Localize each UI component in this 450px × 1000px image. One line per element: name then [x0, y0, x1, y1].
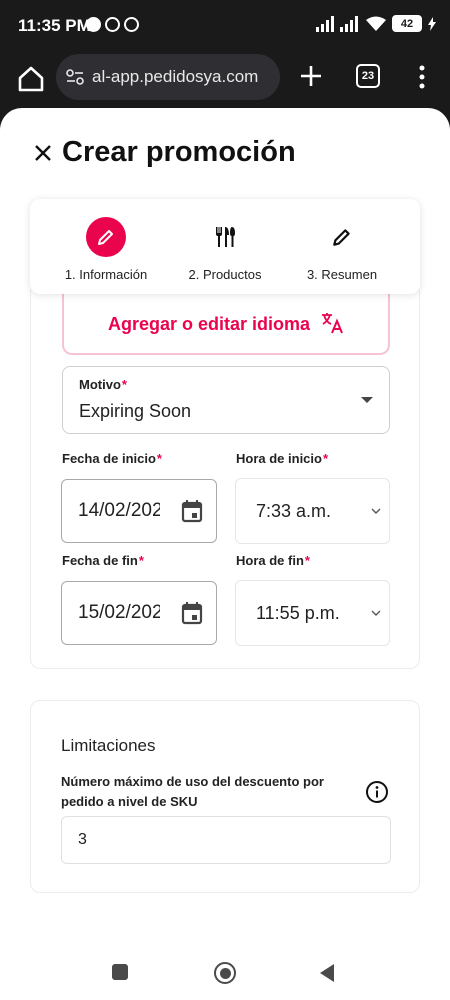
edit-language-label: Agregar o editar idioma [107, 314, 311, 334]
end-time-select[interactable]: 11:55 p.m. [235, 580, 390, 646]
step-resumen[interactable]: 3. Resumen [282, 217, 402, 282]
home-icon[interactable] [16, 64, 46, 94]
pencil-icon [98, 230, 113, 245]
home-button-icon[interactable] [214, 962, 236, 984]
pencil-icon [333, 229, 350, 246]
limitations-title: Limitaciones [61, 736, 156, 755]
calendar-icon[interactable] [181, 499, 203, 523]
navigation-bar [0, 940, 450, 1000]
end-time-value: 11:55 p.m. [256, 603, 340, 623]
start-time-value: 7:33 a.m. [256, 501, 332, 521]
messenger-icon [124, 17, 139, 32]
chevron-down-icon [371, 508, 381, 514]
create-promotion-sheet: Crear promoción 1. Información 2. Produc… [0, 108, 450, 1000]
step-indicator [86, 217, 126, 257]
notification-icon [105, 17, 120, 32]
step-label: 2. Productos [188, 267, 262, 282]
info-icon[interactable] [365, 780, 389, 804]
site-settings-icon[interactable] [66, 69, 84, 85]
max-usage-input[interactable]: 3 [61, 816, 391, 864]
step-label: 1. Información [64, 267, 148, 282]
start-time-select[interactable]: 7:33 a.m. [235, 478, 390, 544]
back-icon[interactable] [320, 964, 334, 982]
step-informacion[interactable]: 1. Información [46, 217, 166, 282]
end-date-value: 15/02/2025 [78, 602, 160, 623]
start-date-label: Fecha de inicio* [62, 451, 162, 466]
step-productos[interactable]: 2. Productos [165, 217, 285, 282]
page-title: Crear promoción [62, 136, 296, 168]
start-time-label: Hora de inicio* [236, 451, 329, 466]
recents-icon[interactable] [112, 964, 128, 980]
information-form: Agregar o editar idioma Motivo* Expiring… [30, 283, 420, 669]
caret-down-icon [361, 397, 373, 403]
tab-switcher-button[interactable]: 23 [356, 64, 380, 88]
status-time: 11:35 PM [18, 16, 91, 35]
start-date-field[interactable]: 14/02/2025 [61, 479, 217, 543]
wifi-icon [366, 16, 386, 31]
end-time-label: Hora de fin* [236, 553, 310, 568]
system-icons: 42 [316, 15, 436, 32]
notification-icons [86, 17, 139, 32]
new-tab-icon[interactable] [297, 62, 325, 90]
step-label: 3. Resumen [306, 267, 378, 282]
step-indicator [322, 217, 362, 257]
max-usage-label: Número máximo de uso del descuento por p… [61, 774, 324, 809]
motivo-value: Expiring Soon [79, 401, 192, 421]
battery-icon: 42 [392, 15, 422, 32]
close-icon[interactable] [32, 142, 54, 164]
notification-icon [86, 17, 101, 32]
url-text: al-app.pedidosya.com [92, 67, 259, 86]
charging-icon [428, 16, 436, 31]
end-date-label: Fecha de fin* [62, 553, 144, 568]
motivo-select[interactable]: Motivo* Expiring Soon [62, 366, 390, 434]
address-bar[interactable]: al-app.pedidosya.com [56, 54, 280, 100]
end-date-field[interactable]: 15/02/2025 [61, 581, 217, 645]
utensils-icon [216, 227, 235, 247]
translate-icon [322, 313, 343, 334]
motivo-label: Motivo* [79, 377, 127, 392]
calendar-icon[interactable] [181, 601, 203, 625]
step-indicator [205, 217, 245, 257]
more-menu-icon[interactable] [414, 64, 430, 90]
browser-toolbar: al-app.pedidosya.com 23 [0, 52, 450, 108]
status-bar: 11:35 PM 42 [0, 0, 450, 52]
stepper: 1. Información 2. Productos 3. Resumen [30, 199, 420, 294]
limitations-card: Limitaciones Número máximo de uso del de… [30, 700, 420, 893]
chevron-down-icon [371, 610, 381, 616]
start-date-value: 14/02/2025 [78, 500, 160, 521]
signal-icon [316, 15, 358, 32]
